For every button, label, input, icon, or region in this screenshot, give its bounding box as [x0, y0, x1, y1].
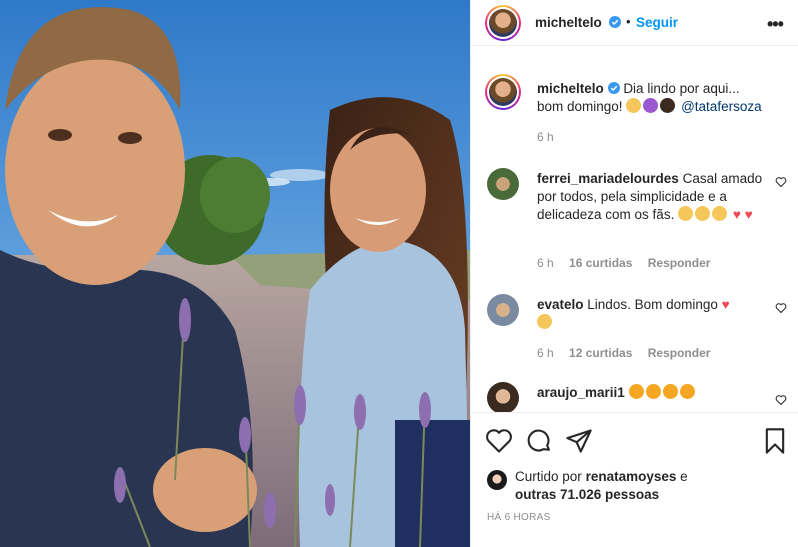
follow-button[interactable]: Seguir	[636, 15, 678, 30]
reply-button[interactable]: Responder	[648, 346, 711, 360]
caption-username[interactable]: micheltelo	[537, 81, 604, 96]
heart-eyes-emoji-icon	[662, 384, 678, 399]
author-avatar[interactable]	[485, 5, 521, 41]
caption-text: micheltelo Dia lindo por aqui... bom dom…	[537, 80, 765, 116]
verified-badge-icon	[609, 16, 621, 28]
comment-username[interactable]: araujo_marii1	[537, 385, 625, 400]
comment-time[interactable]: 6 h	[537, 346, 554, 360]
comment-meta: 6 h 16 curtidas Responder	[537, 256, 722, 270]
heart-icon[interactable]	[775, 176, 787, 188]
post-header: micheltelo • Seguir •••	[471, 0, 798, 46]
purple-heart-emoji-icon	[643, 98, 659, 113]
heart-eyes-emoji-icon	[645, 384, 661, 399]
raised-hands-emoji-icon	[695, 206, 711, 221]
comment-likes[interactable]: 12 curtidas	[569, 346, 632, 360]
comment-text: evatelo Lindos. Bom domingo ♥	[537, 296, 765, 332]
verified-badge-icon	[607, 82, 620, 94]
comment-text: araujo_marii1	[537, 384, 765, 402]
reply-button[interactable]: Responder	[648, 256, 711, 270]
comment-avatar[interactable]	[487, 294, 519, 326]
heart-icon[interactable]	[775, 394, 787, 406]
woman-emoji-icon	[660, 98, 676, 113]
post-panel: micheltelo • Seguir ••• micheltelo Dia l…	[470, 0, 798, 547]
caption-mention[interactable]: @tatafersoza	[681, 99, 762, 114]
post-timestamp[interactable]: HÁ 6 HORAS	[487, 512, 551, 523]
action-bar	[471, 412, 798, 468]
likes-summary: Curtido por renatamoyses e outras 71.026…	[487, 468, 787, 504]
comment-meta: 6 h 12 curtidas Responder	[537, 346, 722, 360]
comment-text: ferrei_mariadelourdes Casal amado por to…	[537, 170, 765, 224]
comment-avatar[interactable]	[487, 168, 519, 200]
likes-prefix: Curtido por	[515, 469, 582, 484]
heart-icon[interactable]	[485, 427, 513, 455]
liker-username[interactable]: renatamoyses	[586, 469, 677, 484]
comment-likes[interactable]: 16 curtidas	[569, 256, 632, 270]
likes-conj: e	[680, 469, 688, 484]
share-icon[interactable]	[565, 427, 593, 455]
caption-avatar[interactable]	[485, 74, 521, 110]
post-image	[0, 0, 470, 547]
red-heart-emoji-icon: ♥	[732, 207, 741, 222]
liker-avatar[interactable]	[487, 470, 507, 490]
comment-username[interactable]: ferrei_mariadelourdes	[537, 171, 679, 186]
red-heart-emoji-icon: ♥	[721, 297, 730, 312]
heart-icon[interactable]	[775, 302, 787, 314]
raised-hands-emoji-icon	[678, 206, 694, 221]
raised-hands-emoji-icon	[712, 206, 728, 221]
heart-eyes-emoji-icon	[679, 384, 695, 399]
comment-icon[interactable]	[525, 427, 553, 455]
header-separator: •	[626, 14, 631, 29]
boy-emoji-icon	[626, 98, 642, 113]
author-username[interactable]: micheltelo	[535, 15, 602, 30]
red-heart-emoji-icon: ♥	[744, 207, 753, 222]
comments-section[interactable]: micheltelo Dia lindo por aqui... bom dom…	[471, 46, 798, 412]
post-photo[interactable]	[0, 0, 470, 547]
more-options-icon[interactable]: •••	[767, 14, 784, 35]
comment-body: Lindos. Bom domingo	[587, 297, 718, 312]
comment-username[interactable]: evatelo	[537, 297, 584, 312]
raised-hands-emoji-icon	[537, 314, 552, 329]
caption-meta: 6 h	[537, 130, 566, 144]
comment-avatar[interactable]	[487, 382, 519, 412]
likes-others[interactable]: outras 71.026 pessoas	[515, 487, 659, 502]
caption-time[interactable]: 6 h	[537, 130, 554, 144]
heart-eyes-emoji-icon	[628, 384, 644, 399]
bookmark-icon[interactable]	[761, 427, 789, 455]
comment-time[interactable]: 6 h	[537, 256, 554, 270]
